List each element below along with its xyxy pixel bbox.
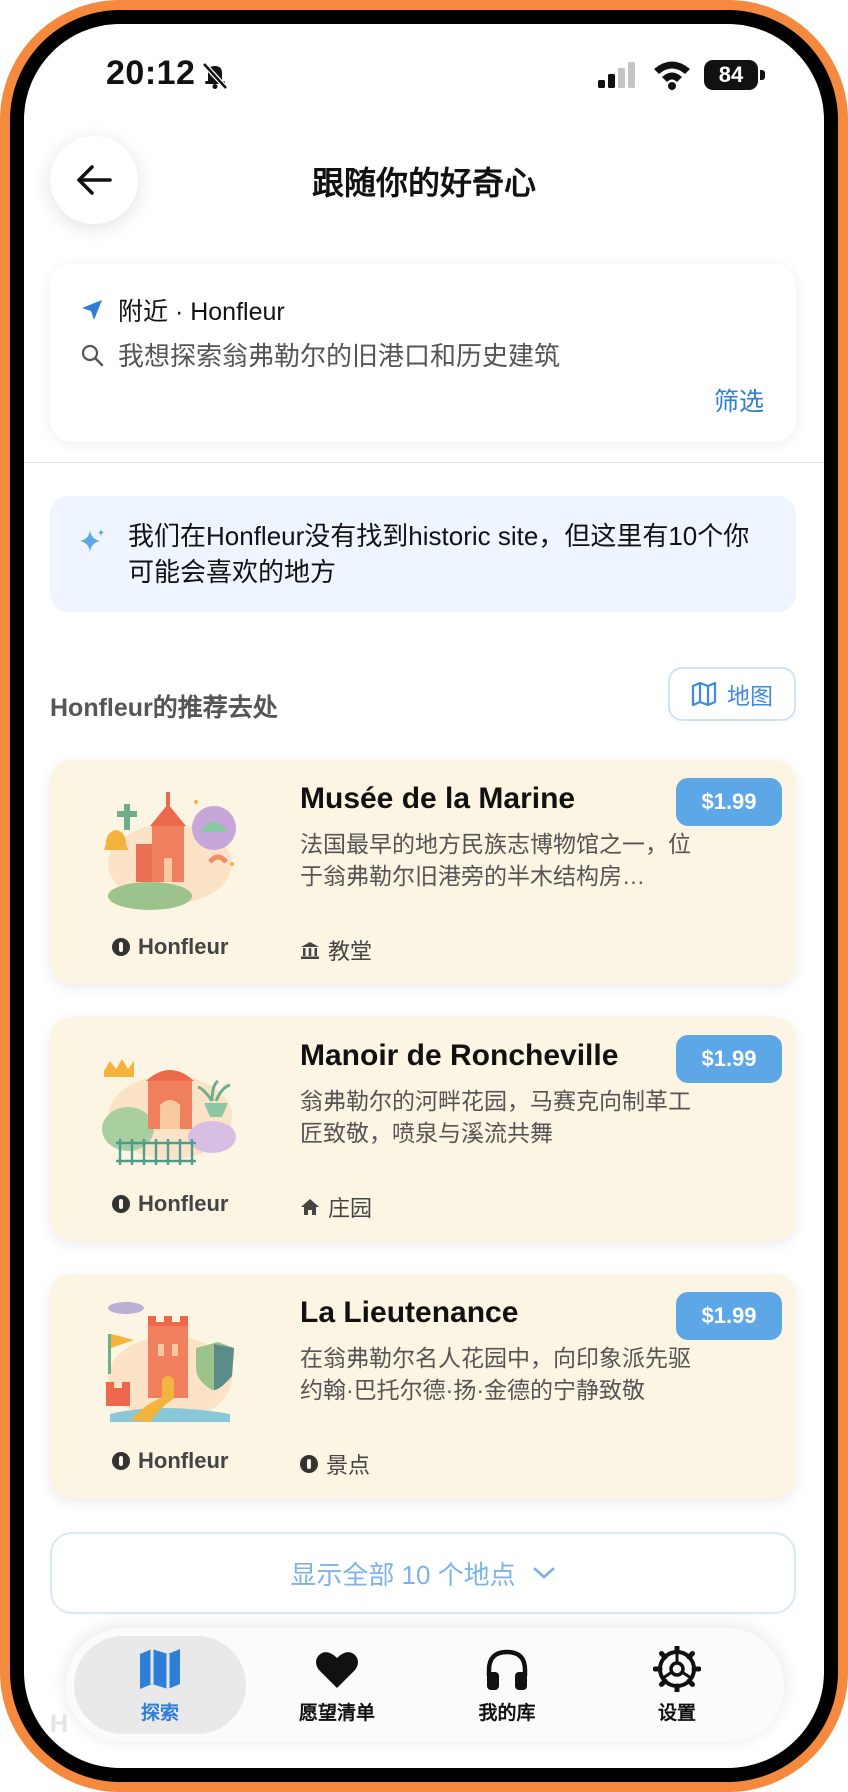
price-badge[interactable]: $1.99 [676, 1292, 782, 1340]
museum-icon [301, 942, 319, 959]
church-illustration [104, 792, 236, 910]
place-city-label: Honfleur [138, 934, 229, 959]
search-card[interactable]: 附近 · Honfleur 我想探索翁弗勒尔的旧港口和历史建筑 筛选 [50, 264, 796, 442]
search-input[interactable]: 我想探索翁弗勒尔的旧港口和历史建筑 [118, 336, 560, 373]
pin-icon [112, 1452, 130, 1470]
bell-muted-icon [202, 62, 228, 90]
notice-banner: 我们在Honfleur没有找到historic site，但这里有10个你可能会… [50, 496, 796, 612]
wifi-icon [654, 61, 690, 90]
pin-icon [112, 1195, 130, 1213]
search-query-row[interactable]: 我想探索翁弗勒尔的旧港口和历史建筑 [80, 336, 560, 373]
tab-bar: 探索 愿望清单 我的库 设置 [66, 1628, 784, 1742]
price-badge[interactable]: $1.99 [676, 1035, 782, 1083]
map-button[interactable]: 地图 [668, 667, 796, 721]
place-name: Manoir de Roncheville [300, 1039, 619, 1072]
battery-level: 84 [704, 60, 758, 90]
place-city-label: Honfleur [138, 1448, 229, 1473]
place-city: Honfleur [112, 934, 228, 960]
home-icon [301, 1199, 319, 1215]
place-category: 教堂 [300, 934, 372, 966]
tab-label: 愿望清单 [298, 1702, 375, 1724]
place-category: 庄园 [300, 1191, 372, 1223]
status-bar: 20:12 84 [24, 24, 824, 124]
app-screen: 20:12 84 跟随你的好奇心 附近 · Honfleur 我想探索翁弗勒尔的… [24, 24, 824, 1768]
status-time: 20:12 [106, 54, 196, 92]
heart-icon [316, 1651, 358, 1688]
filter-button[interactable]: 筛选 [714, 382, 764, 418]
cellular-signal-icon [598, 62, 635, 88]
place-name: La Lieutenance [300, 1296, 519, 1329]
place-description: 在翁弗勒尔名人花园中，向印象派先驱约翰·巴托尔德·扬·金德的宁静致敬 [300, 1345, 691, 1403]
castle-illustration [106, 1302, 234, 1422]
location-row[interactable]: 附近 · Honfleur [80, 292, 285, 328]
place-description: 法国最早的地方民族志博物馆之一，位于翁弗勒尔旧港旁的半木结构房… [300, 831, 691, 889]
tab-explore[interactable]: 探索 [74, 1636, 246, 1734]
place-city: Honfleur [112, 1448, 228, 1474]
notice-text: 我们在Honfleur没有找到historic site，但这里有10个你可能会… [128, 521, 750, 587]
manor-illustration [102, 1059, 236, 1165]
map-icon [691, 682, 717, 706]
tab-label: 我的库 [478, 1702, 536, 1724]
divider [24, 462, 824, 463]
show-all-button[interactable]: 显示全部 10 个地点 [50, 1532, 796, 1614]
map-button-label: 地图 [727, 683, 773, 709]
headphones-icon [486, 1649, 528, 1690]
place-card[interactable]: Honfleur Musée de la Marine 法国最早的地方民族志博物… [50, 760, 796, 984]
place-card[interactable]: Honfleur Manoir de Roncheville 翁弗勒尔的河畔花园… [50, 1017, 796, 1241]
show-all-label: 显示全部 10 个地点 [290, 1559, 516, 1590]
tab-wishlist[interactable]: 愿望清单 [252, 1628, 422, 1742]
tab-label: 设置 [657, 1702, 696, 1724]
gear-icon [653, 1645, 701, 1692]
place-card[interactable]: Honfleur La Lieutenance 在翁弗勒尔名人花园中，向印象派先… [50, 1274, 796, 1498]
price-badge[interactable]: $1.99 [676, 778, 782, 826]
battery-icon: 84 [704, 60, 766, 90]
tab-settings[interactable]: 设置 [592, 1628, 762, 1742]
place-category-label: 庄园 [328, 1196, 373, 1221]
place-category-label: 景点 [326, 1453, 371, 1478]
location-label: 附近 · Honfleur [118, 298, 285, 326]
chevron-down-icon [533, 1567, 555, 1579]
section-title: Honfleur的推荐去处 [50, 694, 278, 722]
place-category: 景点 [300, 1448, 370, 1480]
page-title: 跟随你的好奇心 [311, 165, 536, 201]
tab-library[interactable]: 我的库 [422, 1628, 592, 1742]
sparkle-icon [80, 529, 104, 552]
section-title-partial: H [50, 1710, 69, 1738]
location-arrow-icon [82, 300, 102, 320]
pin-icon [300, 1455, 318, 1473]
place-category-label: 教堂 [328, 939, 373, 964]
map-icon [140, 1648, 180, 1689]
place-city-label: Honfleur [138, 1191, 229, 1216]
pin-icon [112, 938, 130, 956]
place-city: Honfleur [112, 1191, 228, 1217]
tab-label: 探索 [140, 1702, 179, 1724]
search-icon [81, 344, 104, 366]
place-description: 翁弗勒尔的河畔花园，马赛克向制革工匠致敬，喷泉与溪流共舞 [300, 1088, 691, 1146]
place-name: Musée de la Marine [300, 782, 576, 815]
